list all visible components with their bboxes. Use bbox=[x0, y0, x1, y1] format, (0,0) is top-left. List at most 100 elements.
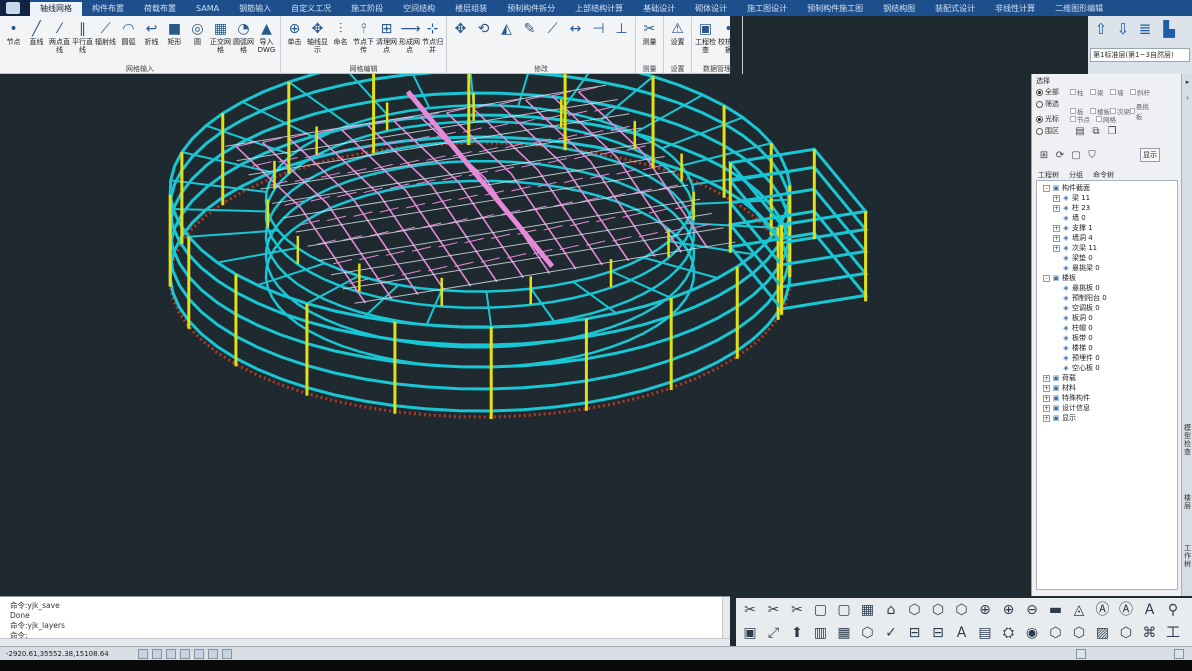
ribbon-button[interactable]: ⁄ 两点直线 bbox=[48, 18, 71, 62]
tree-node[interactable]: ◈ 板带 0 bbox=[1037, 333, 1177, 343]
down-arrow-icon[interactable]: ⇩ bbox=[1114, 20, 1132, 38]
layers-icon[interactable]: ≣ bbox=[1136, 20, 1154, 38]
ribbon-button[interactable]: ⊣ bbox=[587, 18, 610, 62]
view-tool-icon[interactable]: ⛭ bbox=[999, 623, 1019, 643]
view-tool-icon[interactable]: ⊖ bbox=[1022, 600, 1042, 620]
tree-expander-icon[interactable]: + bbox=[1053, 194, 1060, 202]
tree-node[interactable]: ◈ 悬挑梁 0 bbox=[1037, 263, 1177, 273]
view-tool-icon[interactable]: Ⓐ bbox=[1093, 600, 1113, 620]
tree-expander-icon[interactable]: + bbox=[1053, 204, 1060, 212]
view-tool-icon[interactable]: ⬆ bbox=[787, 623, 807, 643]
ribbon-tab[interactable]: 预制构件拆分 bbox=[497, 2, 565, 16]
tree-expander-icon[interactable]: + bbox=[1053, 224, 1060, 232]
ribbon-button[interactable]: ◭ bbox=[495, 18, 518, 62]
view-tool-icon[interactable]: ✓ bbox=[881, 623, 901, 643]
view-tool-icon[interactable]: ▨ bbox=[1093, 623, 1113, 643]
ribbon-button[interactable]: ╱ 直线 bbox=[25, 18, 48, 62]
ribbon-tab[interactable]: 上部结构计算 bbox=[565, 2, 633, 16]
ribbon-tab[interactable]: 砌体设计 bbox=[685, 2, 737, 16]
view-tool-icon[interactable]: ⬡ bbox=[928, 600, 948, 620]
radio-filter[interactable]: 筛选 bbox=[1036, 99, 1059, 109]
tree-node[interactable]: + ◈ 次梁 11 bbox=[1037, 243, 1177, 253]
ribbon-tab[interactable]: 施工图设计 bbox=[737, 2, 797, 16]
ribbon-tab[interactable]: 自定义工况 bbox=[281, 2, 341, 16]
status-toggle-ortho[interactable] bbox=[166, 649, 176, 659]
view-tool-icon[interactable]: ⤢ bbox=[764, 623, 784, 643]
view-tool-icon[interactable]: ⬡ bbox=[858, 623, 878, 643]
view-tool-icon[interactable]: A bbox=[952, 623, 972, 643]
tree-node[interactable]: + ▣ 显示 bbox=[1037, 413, 1177, 423]
view-tool-icon[interactable]: ⊕ bbox=[999, 600, 1019, 620]
tree-node[interactable]: - ▣ 楼板 bbox=[1037, 273, 1177, 283]
page-icon[interactable]: ▢ bbox=[1070, 150, 1082, 162]
tree-node[interactable]: ◈ 板洞 0 bbox=[1037, 313, 1177, 323]
floor-selector-dropdown[interactable]: 第1标准层(第1~3自然层) bbox=[1090, 48, 1190, 62]
tree-node[interactable]: + ◈ 柱 23 bbox=[1037, 203, 1177, 213]
ribbon-tab[interactable]: 轴线网格 bbox=[30, 2, 82, 16]
view-tool-icon[interactable]: ✂ bbox=[764, 600, 784, 620]
check-node[interactable]: 节点 bbox=[1070, 114, 1096, 124]
tree-expander-icon[interactable]: + bbox=[1043, 384, 1050, 392]
tree-node[interactable]: + ◈ 梁 11 bbox=[1037, 193, 1177, 203]
ribbon-button[interactable]: ⊥ bbox=[610, 18, 633, 62]
ribbon-tab[interactable]: 二维图形编辑 bbox=[1045, 2, 1113, 16]
status-toggle-grid[interactable] bbox=[138, 649, 148, 659]
status-toggle-lineweight[interactable] bbox=[222, 649, 232, 659]
tree-node[interactable]: + ◈ 墙洞 4 bbox=[1037, 233, 1177, 243]
status-toggle-object-snap[interactable] bbox=[194, 649, 204, 659]
ribbon-button[interactable]: ■ 矩形 bbox=[163, 18, 186, 62]
ribbon-tab[interactable]: 楼层组装 bbox=[445, 2, 497, 16]
side-tab-model-check[interactable]: 模型检查 bbox=[1183, 424, 1192, 456]
tree-expander-icon[interactable]: + bbox=[1053, 234, 1060, 242]
view-tool-icon[interactable]: ▦ bbox=[834, 623, 854, 643]
tree-node[interactable]: ◈ 空心板 0 bbox=[1037, 363, 1177, 373]
ribbon-button[interactable]: ◠ 圆弧 bbox=[117, 18, 140, 62]
tree-expander-icon[interactable]: - bbox=[1043, 274, 1050, 282]
radio-window[interactable]: 围区 bbox=[1036, 126, 1059, 136]
view-tool-icon[interactable]: ⬡ bbox=[1046, 623, 1066, 643]
tree-node[interactable]: ◈ 墙 0 bbox=[1037, 213, 1177, 223]
show-button[interactable]: 显示 bbox=[1140, 148, 1160, 162]
ribbon-button[interactable]: ◎ 圆 bbox=[186, 18, 209, 62]
refresh-icon[interactable]: ⟳ bbox=[1054, 150, 1066, 162]
tree-expander-icon[interactable]: + bbox=[1043, 414, 1050, 422]
view-tool-icon[interactable]: ▥ bbox=[811, 623, 831, 643]
tree-node[interactable]: ◈ 空调板 0 bbox=[1037, 303, 1177, 313]
tree-node[interactable]: ◈ 楼梯 0 bbox=[1037, 343, 1177, 353]
side-tab-floors[interactable]: 楼层 bbox=[1183, 494, 1192, 510]
expand-icon[interactable]: ⊞ bbox=[1038, 150, 1050, 162]
filter-icon[interactable]: ⛉ bbox=[1086, 150, 1098, 162]
ribbon-button[interactable]: ◔ 圆弧网格 bbox=[232, 18, 255, 62]
tree-expander-icon[interactable]: + bbox=[1053, 244, 1060, 252]
tab-project-tree[interactable]: 工程树 bbox=[1038, 170, 1059, 180]
ribbon-button[interactable]: ↔ bbox=[564, 18, 587, 62]
tree-expander-icon[interactable]: + bbox=[1043, 374, 1050, 382]
view-tool-icon[interactable]: ◬ bbox=[1069, 600, 1089, 620]
tree-expander-icon[interactable]: + bbox=[1043, 404, 1050, 412]
floor-assembly-icon[interactable]: ▙ bbox=[1160, 20, 1178, 38]
view-tool-icon[interactable]: ⚲ bbox=[1163, 600, 1183, 620]
view-tool-icon[interactable]: ◉ bbox=[1022, 623, 1042, 643]
command-window[interactable]: 命令:yjk_save Done 命令:yjk_layers 命令: bbox=[0, 596, 730, 647]
view-tool-icon[interactable]: ⬡ bbox=[1116, 623, 1136, 643]
command-hscrollbar[interactable] bbox=[0, 638, 730, 646]
tree-node[interactable]: ◈ 柱帽 0 bbox=[1037, 323, 1177, 333]
ribbon-button[interactable]: ⟶ 形成网点 bbox=[398, 18, 421, 62]
ribbon-button[interactable]: ⊞ 清理网点 bbox=[375, 18, 398, 62]
check-column[interactable]: 柱 bbox=[1070, 87, 1090, 97]
tree-node[interactable]: - ▣ 构件截面 bbox=[1037, 183, 1177, 193]
ribbon-button[interactable]: ⟋ 辐射线 bbox=[94, 18, 117, 62]
view-tool-icon[interactable]: Ⓐ bbox=[1116, 600, 1136, 620]
check-brace[interactable]: 斜杆 bbox=[1130, 87, 1150, 97]
ribbon-button[interactable]: ▦ 正交网格 bbox=[209, 18, 232, 62]
ribbon-tab[interactable]: 基础设计 bbox=[633, 2, 685, 16]
view-tool-icon[interactable]: ⊕ bbox=[975, 600, 995, 620]
ribbon-tab[interactable]: 装配式设计 bbox=[925, 2, 985, 16]
view-tool-icon[interactable]: ⊟ bbox=[905, 623, 925, 643]
radio-cursor[interactable]: 光标 bbox=[1036, 114, 1059, 124]
paste-icon[interactable]: ❐ bbox=[1106, 126, 1118, 138]
ribbon-button[interactable]: ▲ 导入DWG bbox=[255, 18, 278, 62]
view-tool-icon[interactable]: ⊟ bbox=[928, 623, 948, 643]
tree-node[interactable]: + ◈ 支撑 1 bbox=[1037, 223, 1177, 233]
view-tool-icon[interactable]: ▣ bbox=[740, 623, 760, 643]
